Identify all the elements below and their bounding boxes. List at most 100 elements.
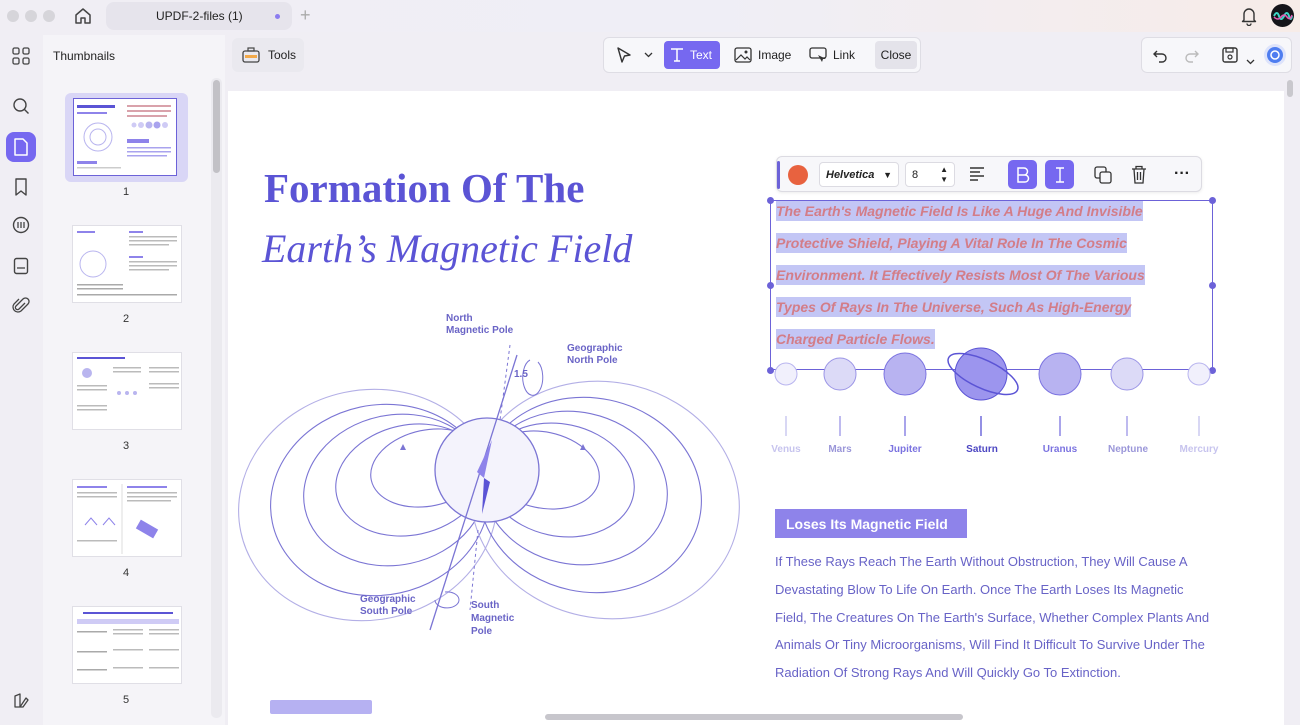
page-thumbnail-1[interactable] xyxy=(73,98,177,176)
selected-text-line[interactable]: Environment. It Effectively Resists Most… xyxy=(776,265,1145,285)
caret-down-icon: ▼ xyxy=(883,169,892,180)
text-format-bar: Helvetica ▼ 8 ▲ ▼ ··· xyxy=(776,156,1202,192)
image-icon xyxy=(734,47,752,63)
body-text-line[interactable]: Animals Or Tiny Microorganisms, Will Fin… xyxy=(775,637,1205,652)
cursor-icon xyxy=(617,47,631,63)
image-tool-button[interactable]: Image xyxy=(728,41,797,69)
text-tool-label: Text xyxy=(690,48,713,62)
geo-south-label-line1: Geographic xyxy=(360,594,416,605)
planet-label-uranus: Uranus xyxy=(1042,444,1078,455)
toolbox-icon xyxy=(242,47,260,63)
geo-north-label-line2: North Pole xyxy=(567,355,618,366)
bold-button[interactable] xyxy=(1008,160,1037,189)
duplicate-button[interactable] xyxy=(1094,166,1112,189)
thumbnails-rail-button[interactable] xyxy=(9,44,33,68)
save-options-button[interactable] xyxy=(1246,52,1255,70)
close-window-button[interactable] xyxy=(7,10,19,22)
italic-button[interactable] xyxy=(1045,160,1074,189)
selected-text-line[interactable]: Protective Shield, Playing A Vital Role … xyxy=(776,233,1127,253)
align-button[interactable] xyxy=(969,166,987,187)
minimize-window-button[interactable] xyxy=(25,10,37,22)
page-thumbnail-5[interactable] xyxy=(72,606,182,684)
redo-button[interactable] xyxy=(1184,47,1200,68)
close-edit-button[interactable]: Close xyxy=(875,41,917,69)
new-tab-button[interactable]: + xyxy=(300,5,311,25)
trash-icon xyxy=(1132,165,1146,184)
close-edit-label: Close xyxy=(880,48,912,62)
delete-button[interactable] xyxy=(1131,165,1147,189)
chevron-down-icon xyxy=(1246,59,1255,65)
pages-rail-button[interactable] xyxy=(9,254,33,278)
link-icon xyxy=(809,47,827,62)
history-toolbar xyxy=(1141,37,1292,73)
tools-button[interactable]: Tools xyxy=(232,38,304,72)
planet-label-saturn: Saturn xyxy=(966,444,998,455)
notification-button[interactable] xyxy=(1240,6,1258,31)
bold-icon xyxy=(1016,166,1029,183)
planet-label-mars: Mars xyxy=(828,444,852,455)
thumbnail-preview-icon xyxy=(77,105,171,169)
body-text-line[interactable]: Devastating Blow To Life On Earth. Once … xyxy=(775,582,1184,597)
resize-handle[interactable] xyxy=(1209,282,1216,289)
magnetic-field-diagram[interactable] xyxy=(230,300,750,650)
tab-title: UPDF-2-files (1) xyxy=(156,9,243,23)
font-size-stepper[interactable]: 8 ▲ ▼ xyxy=(905,162,955,187)
paperclip-icon xyxy=(12,297,30,313)
selected-text-line[interactable]: The Earth's Magnetic Field Is Like A Hug… xyxy=(776,201,1143,221)
undo-button[interactable] xyxy=(1152,47,1168,68)
body-text-line[interactable]: If These Rays Reach The Earth Without Ob… xyxy=(775,554,1188,569)
more-options-button[interactable]: ··· xyxy=(1174,166,1190,182)
body-text-line[interactable]: Radiation Of Strong Rays And Will Quickl… xyxy=(775,665,1121,680)
link-tool-button[interactable]: Link xyxy=(803,41,861,69)
selected-text-line[interactable]: Types Of Rays In The Universe, Such As H… xyxy=(776,297,1132,317)
thumbnail-page-number: 4 xyxy=(122,567,130,579)
layers-rail-button[interactable] xyxy=(12,692,30,715)
ai-assistant-button[interactable] xyxy=(1264,44,1286,66)
section-heading[interactable]: Loses Its Magnetic Field xyxy=(775,509,967,538)
thumbnail-preview-icon xyxy=(77,612,179,671)
resize-handle[interactable] xyxy=(767,282,774,289)
save-button[interactable] xyxy=(1221,46,1239,69)
format-bar-grip[interactable] xyxy=(777,161,780,189)
font-size-value: 8 xyxy=(912,168,919,181)
bookmarks-rail-button[interactable] xyxy=(9,175,33,199)
planet-label-jupiter: Jupiter xyxy=(888,444,922,455)
page-thumbnail-3[interactable] xyxy=(72,352,182,430)
comments-rail-button[interactable] xyxy=(9,214,33,238)
select-tool-button[interactable] xyxy=(610,41,659,69)
zoom-window-button[interactable] xyxy=(43,10,55,22)
selected-text-span: Protective Shield, Playing A Vital Role … xyxy=(776,233,1127,253)
font-family-select[interactable]: Helvetica ▼ xyxy=(819,162,899,187)
text-color-button[interactable] xyxy=(787,164,809,186)
page-vertical-scrollbar[interactable] xyxy=(1287,80,1293,97)
tools-label: Tools xyxy=(268,48,297,62)
image-tool-label: Image xyxy=(758,48,792,62)
save-icon xyxy=(1222,47,1238,63)
document-tab[interactable]: UPDF-2-files (1) xyxy=(106,2,292,30)
next-section-heading-partial xyxy=(270,700,372,714)
north-magnetic-label-line1: North xyxy=(446,313,473,324)
north-magnetic-label-line2: Magnetic Pole xyxy=(446,325,514,336)
planet-row-illustration[interactable] xyxy=(770,340,1230,440)
stepper-arrows-icon: ▲ ▼ xyxy=(940,165,948,184)
document-title-line-2[interactable]: Earth’s Magnetic Field xyxy=(262,225,632,272)
edit-toolbar: Text Image Link Close xyxy=(603,37,921,73)
text-icon xyxy=(671,48,683,62)
edit-pdf-rail-button[interactable] xyxy=(9,135,33,159)
text-tool-button[interactable]: Text xyxy=(664,41,720,69)
attachments-rail-button[interactable] xyxy=(9,294,33,318)
panel-scrollbar[interactable] xyxy=(213,80,220,173)
home-button[interactable] xyxy=(70,4,96,28)
resize-handle[interactable] xyxy=(1209,197,1216,204)
panel-scroll-track[interactable] xyxy=(211,78,222,718)
body-text-line[interactable]: Field, The Creatures On The Earth's Surf… xyxy=(775,610,1209,625)
resize-handle[interactable] xyxy=(767,197,774,204)
selected-text-span: Environment. It Effectively Resists Most… xyxy=(776,265,1145,285)
page-thumbnail-4[interactable] xyxy=(72,479,182,557)
avatar[interactable] xyxy=(1271,4,1294,27)
page-thumbnail-2[interactable] xyxy=(72,225,182,303)
search-rail-button[interactable] xyxy=(9,94,33,118)
document-title-line-1[interactable]: Formation Of The xyxy=(264,164,584,212)
page-horizontal-scrollbar[interactable] xyxy=(545,714,963,720)
undo-icon xyxy=(1153,50,1167,63)
